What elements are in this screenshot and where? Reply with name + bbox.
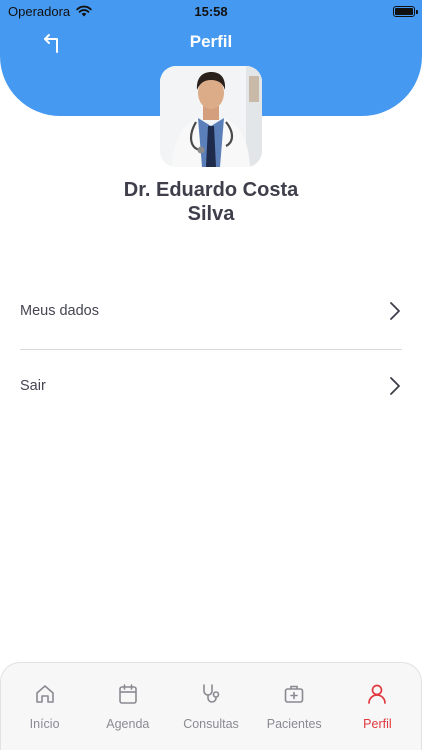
avatar [160, 66, 262, 167]
profile-name: Dr. Eduardo Costa Silva [60, 178, 362, 226]
carrier-name: Operadora [8, 3, 71, 19]
tab-label: Agenda [106, 717, 150, 731]
tab-label: Pacientes [266, 717, 322, 731]
wifi-icon [76, 5, 92, 17]
tab-label: Perfil [363, 717, 392, 731]
tab-label: Consultas [183, 717, 239, 731]
home-icon [32, 681, 58, 707]
tab-agenda[interactable]: Agenda [86, 663, 169, 750]
status-left: Operadora [8, 4, 92, 19]
profile-name-line1: Dr. Eduardo Costa [123, 179, 299, 201]
tab-pacientes[interactable]: Pacientes [253, 663, 336, 750]
menu-item-sair[interactable]: Sair [20, 366, 402, 406]
tab-perfil[interactable]: Perfil [336, 663, 419, 750]
tab-inicio[interactable]: Início [3, 663, 86, 750]
menu-item-label: Meus dados [20, 303, 99, 319]
chevron-right-icon [390, 302, 400, 320]
stethoscope-icon [198, 681, 224, 707]
tab-label: Início [29, 717, 60, 731]
user-icon [364, 681, 390, 707]
status-bar: Operadora 15:58 [0, 0, 422, 22]
menu-item-label: Sair [20, 378, 46, 394]
menu-divider [20, 349, 402, 350]
chevron-right-icon [390, 377, 400, 395]
medical-bag-icon [281, 681, 307, 707]
tab-consultas[interactable]: Consultas [169, 663, 252, 750]
tab-bar: Início Agenda Consultas Pacientes Perfil [0, 662, 422, 750]
battery-icon [393, 5, 418, 17]
profile-name-line2: Silva [187, 203, 235, 225]
menu-item-meus-dados[interactable]: Meus dados [20, 291, 402, 331]
page-title: Perfil [189, 32, 233, 51]
doctor-photo [160, 66, 262, 167]
calendar-icon [115, 681, 141, 707]
